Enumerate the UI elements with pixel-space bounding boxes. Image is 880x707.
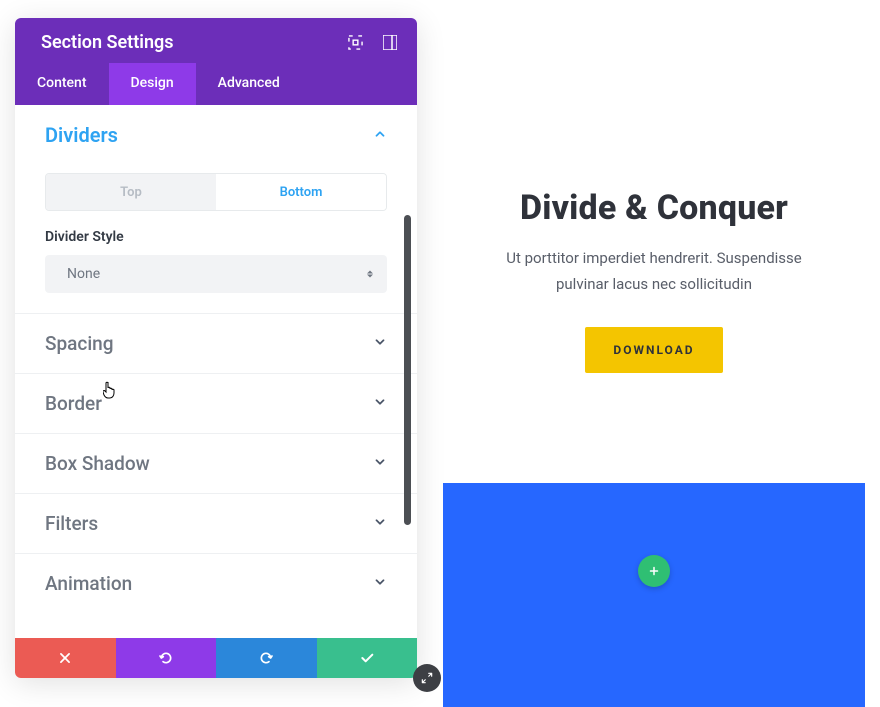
cancel-button[interactable]: [15, 638, 116, 678]
divider-style-label: Divider Style: [45, 229, 387, 245]
accordion-filters: Filters: [15, 493, 417, 553]
accordion-title-border: Border: [45, 392, 102, 415]
select-caret-icon: [367, 271, 373, 278]
tab-advanced[interactable]: Advanced: [196, 63, 302, 105]
accordion-header-filters[interactable]: Filters: [15, 494, 417, 553]
focus-icon[interactable]: [348, 35, 363, 50]
divider-top-button[interactable]: Top: [46, 174, 216, 210]
hero-heading: Divide & Conquer: [463, 188, 845, 228]
chevron-down-icon: [373, 334, 387, 353]
accordion-title-box-shadow: Box Shadow: [45, 452, 150, 475]
accordion-header-border[interactable]: Border: [15, 374, 417, 433]
panel-header: Section Settings Content Design Advanced: [15, 18, 417, 105]
accordion-dividers: Dividers Top Bottom Divider Style None: [15, 105, 417, 293]
save-button[interactable]: [317, 638, 418, 678]
chevron-down-icon: [373, 574, 387, 593]
add-section-button[interactable]: [638, 555, 670, 587]
redo-button[interactable]: [216, 638, 317, 678]
divider-position-toggle: Top Bottom: [45, 173, 387, 211]
accordion-title-spacing: Spacing: [45, 332, 114, 355]
download-button[interactable]: DOWNLOAD: [585, 327, 722, 373]
accordion-header-box-shadow[interactable]: Box Shadow: [15, 434, 417, 493]
tab-content[interactable]: Content: [15, 63, 109, 105]
accordion-header-dividers[interactable]: Dividers: [15, 105, 417, 165]
accordion-header-animation[interactable]: Animation: [15, 554, 417, 613]
chevron-up-icon: [373, 126, 387, 145]
chevron-down-icon: [373, 514, 387, 533]
chevron-down-icon: [373, 394, 387, 413]
preview-pane: Divide & Conquer Ut porttitor imperdiet …: [443, 18, 865, 707]
panel-title: Section Settings: [41, 32, 174, 53]
accordion-box-shadow: Box Shadow: [15, 433, 417, 493]
hero-paragraph: Ut porttitor imperdiet hendrerit. Suspen…: [484, 246, 824, 297]
settings-panel: Section Settings Content Design Advanced: [15, 18, 417, 678]
accordion-title-filters: Filters: [45, 512, 98, 535]
panel-body: Dividers Top Bottom Divider Style None: [15, 105, 417, 638]
divider-bottom-button[interactable]: Bottom: [216, 174, 386, 210]
accordion-spacing: Spacing: [15, 313, 417, 373]
hero-section: Divide & Conquer Ut porttitor imperdiet …: [443, 18, 865, 483]
divider-style-select[interactable]: None: [45, 255, 387, 293]
section-blue[interactable]: [443, 483, 865, 707]
accordion-border: Border: [15, 373, 417, 433]
tab-design[interactable]: Design: [109, 63, 196, 105]
layout-icon[interactable]: [383, 35, 397, 50]
accordion-title-animation: Animation: [45, 572, 132, 595]
chevron-down-icon: [373, 454, 387, 473]
panel-footer: [15, 638, 417, 678]
undo-button[interactable]: [116, 638, 217, 678]
tabs: Content Design Advanced: [15, 63, 417, 105]
divider-style-value: None: [67, 266, 100, 282]
accordion-header-spacing[interactable]: Spacing: [15, 314, 417, 373]
accordion-title-dividers: Dividers: [45, 123, 118, 147]
resize-handle[interactable]: [413, 664, 441, 692]
scrollbar[interactable]: [404, 215, 411, 525]
accordion-animation: Animation: [15, 553, 417, 613]
